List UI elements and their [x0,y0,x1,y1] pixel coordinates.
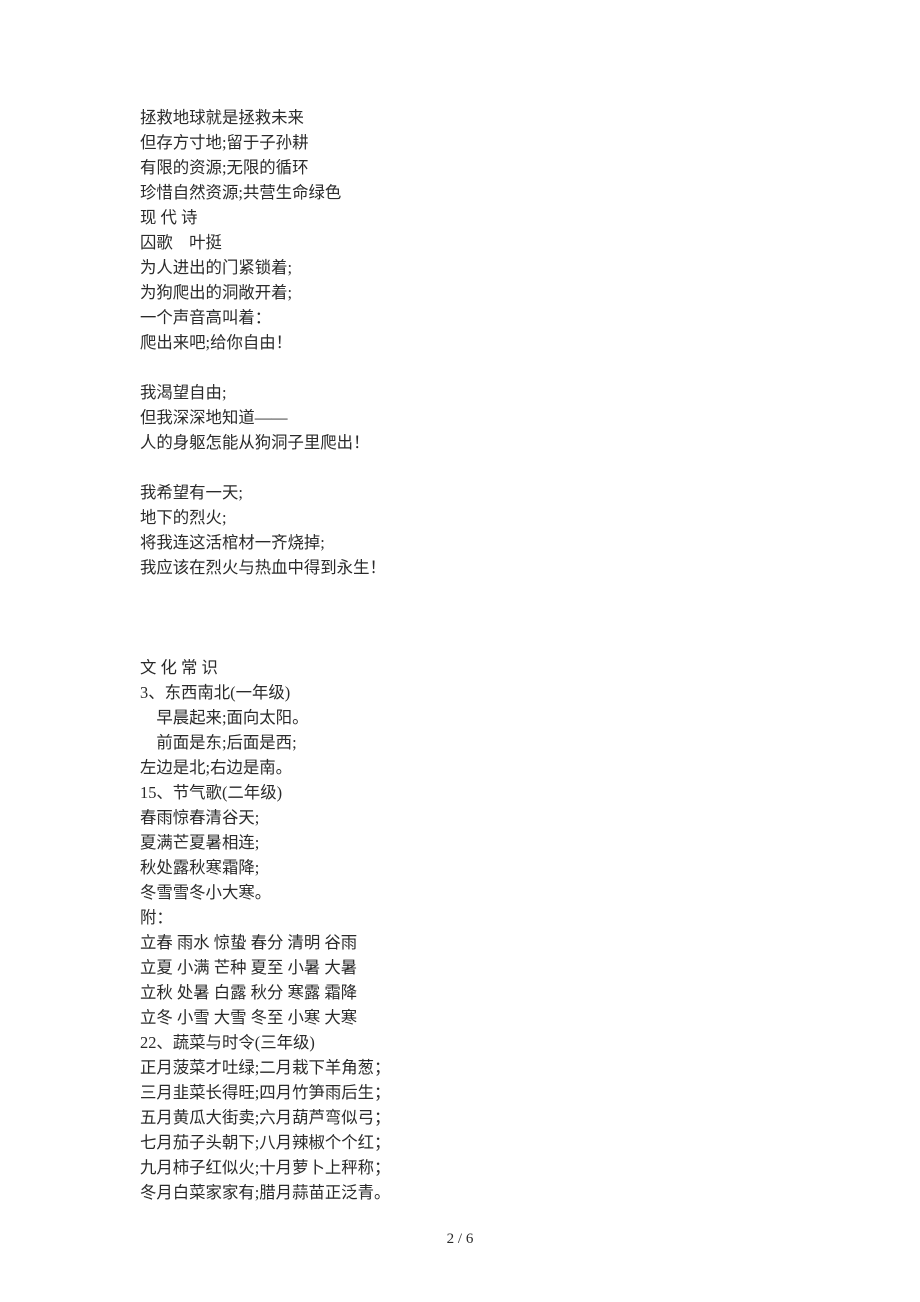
slogan-line: 拯救地球就是拯救未来 [140,105,780,130]
body-line: 冬雪雪冬小大寒。 [140,880,780,905]
subsection-title: 15、节气歌(二年级) [140,780,780,805]
document-page: 拯救地球就是拯救未来 但存方寸地;留于子孙耕 有限的资源;无限的循环 珍惜自然资… [0,0,920,1302]
slogan-line: 但存方寸地;留于子孙耕 [140,130,780,155]
subsection-title: 3、东西南北(一年级) [140,680,780,705]
poem-line: 我渴望自由; [140,380,780,405]
subsection-title: 22、蔬菜与时令(三年级) [140,1030,780,1055]
body-line: 九月柿子红似火;十月萝卜上秤称； [140,1155,780,1180]
poem-line: 为人进出的门紧锁着; [140,255,780,280]
body-line: 秋处露秋寒霜降; [140,855,780,880]
body-line: 春雨惊春清谷天; [140,805,780,830]
section-heading: 文 化 常 识 [140,655,780,680]
section-heading: 现 代 诗 [140,205,780,230]
poem-line: 为狗爬出的洞敞开着; [140,280,780,305]
blank-line [140,355,780,380]
body-line: 早晨起来;面向太阳。 [140,705,780,730]
poem-line: 一个声音高叫着： [140,305,780,330]
blank-line [140,580,780,605]
poem-line: 爬出来吧;给你自由！ [140,330,780,355]
body-line: 正月菠菜才吐绿;二月栽下羊角葱； [140,1055,780,1080]
body-line: 三月韭菜长得旺;四月竹笋雨后生； [140,1080,780,1105]
slogan-line: 珍惜自然资源;共营生命绿色 [140,180,780,205]
appendix-line: 立夏 小满 芒种 夏至 小暑 大暑 [140,955,780,980]
poem-line: 但我深深地知道—— [140,405,780,430]
appendix-line: 立秋 处暑 白露 秋分 寒露 霜降 [140,980,780,1005]
body-line: 夏满芒夏暑相连; [140,830,780,855]
body-line: 七月茄子头朝下;八月辣椒个个红； [140,1130,780,1155]
blank-line [140,630,780,655]
body-line: 前面是东;后面是西; [140,730,780,755]
poem-line: 人的身躯怎能从狗洞子里爬出！ [140,430,780,455]
blank-line [140,455,780,480]
body-line: 五月黄瓜大街卖;六月葫芦弯似弓； [140,1105,780,1130]
poem-line: 地下的烈火; [140,505,780,530]
blank-line [140,605,780,630]
body-line: 冬月白菜家家有;腊月蒜苗正泛青。 [140,1180,780,1205]
poem-line: 我应该在烈火与热血中得到永生！ [140,555,780,580]
page-number: 2 / 6 [0,1227,920,1252]
appendix-line: 立春 雨水 惊蛰 春分 清明 谷雨 [140,930,780,955]
appendix-label: 附： [140,905,780,930]
poem-line: 我希望有一天; [140,480,780,505]
slogan-line: 有限的资源;无限的循环 [140,155,780,180]
poem-title: 囚歌 叶挺 [140,230,780,255]
appendix-line: 立冬 小雪 大雪 冬至 小寒 大寒 [140,1005,780,1030]
poem-line: 将我连这活棺材一齐烧掉; [140,530,780,555]
body-line: 左边是北;右边是南。 [140,755,780,780]
